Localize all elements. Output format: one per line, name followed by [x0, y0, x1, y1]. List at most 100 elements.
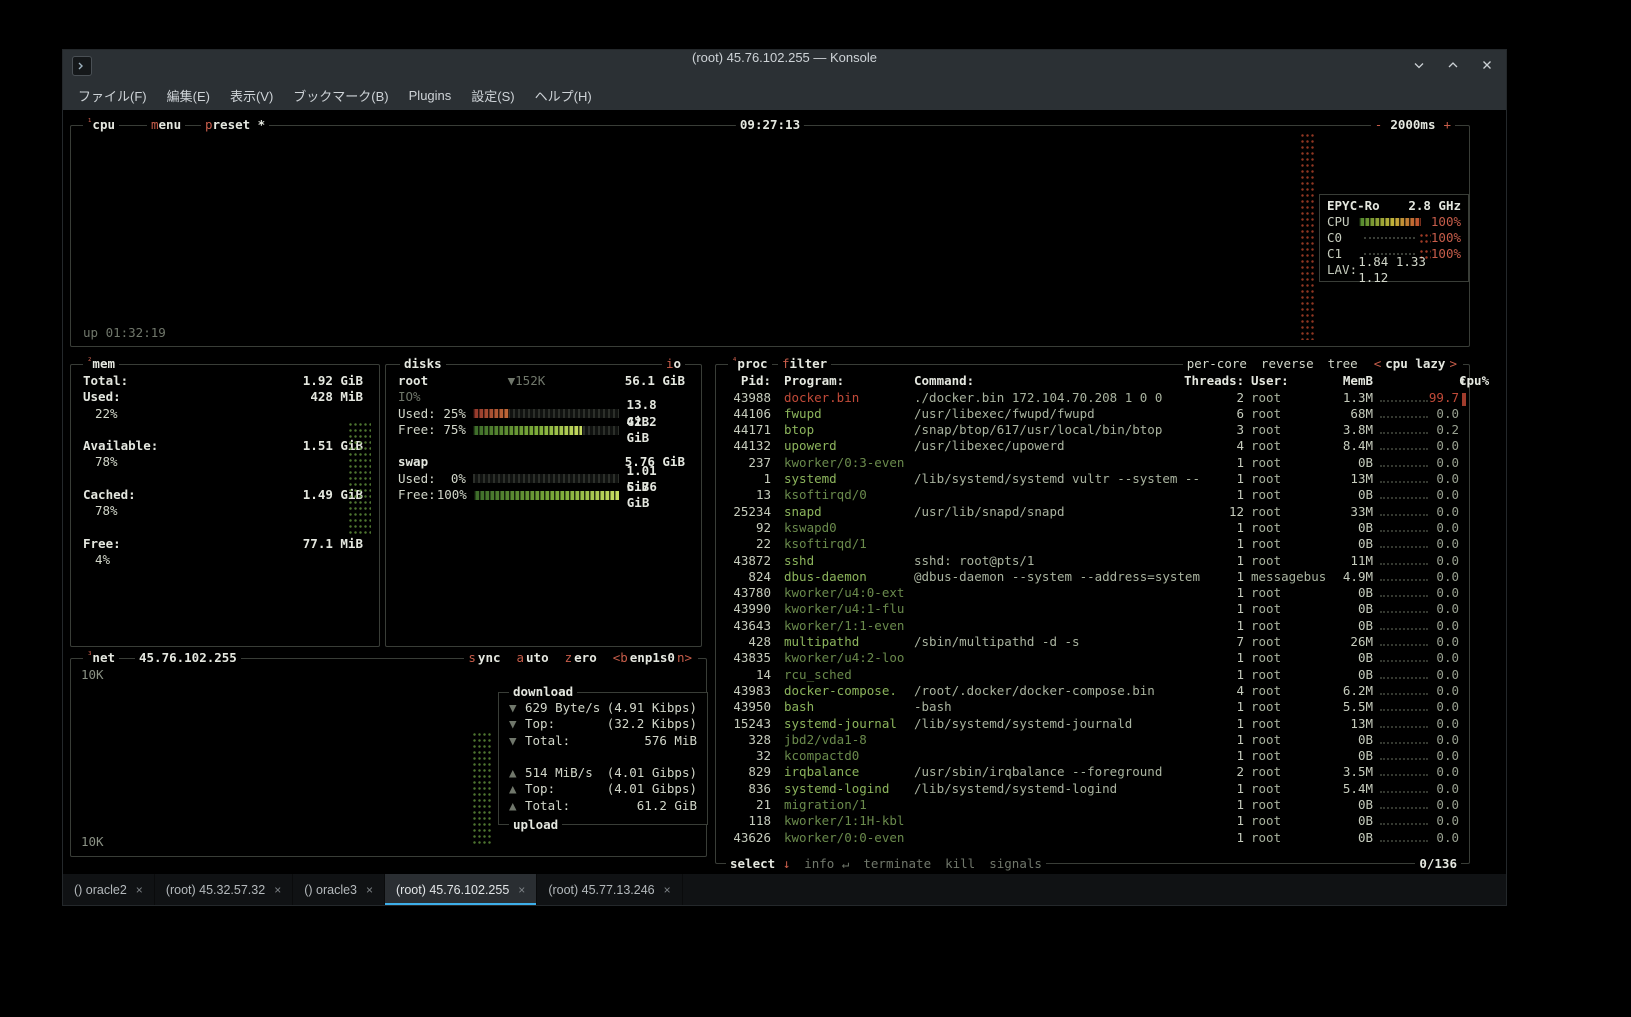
- preset-button[interactable]: preset *: [201, 117, 269, 133]
- process-row[interactable]: 43983docker-compose./root/.docker/docker…: [716, 683, 1469, 699]
- cpu-box-title[interactable]: ¹cpu: [83, 117, 119, 133]
- process-row[interactable]: 32kcompactd01root0B0.0: [716, 748, 1469, 764]
- process-table: 43988docker.bin./docker.bin 172.104.70.2…: [716, 390, 1469, 846]
- process-threads: 7: [1184, 634, 1244, 650]
- tab-close-icon[interactable]: ×: [136, 883, 143, 897]
- mem-stat-percent-row: 4%: [71, 552, 379, 568]
- memory-graph-dots: [349, 423, 371, 535]
- process-command: @dbus-daemon --system --address=system: [914, 569, 1206, 585]
- proc-footer-action-2[interactable]: kill: [945, 856, 975, 872]
- process-row[interactable]: 428multipathd/sbin/multipathd -d -s7root…: [716, 634, 1469, 650]
- process-row[interactable]: 43626kworker/0:0-even1root0B0.0: [716, 830, 1469, 846]
- tab-0[interactable]: () oracle2×: [63, 874, 155, 905]
- process-row[interactable]: 21migration/11root0B0.0: [716, 797, 1469, 813]
- refresh-increase-button[interactable]: +: [1443, 117, 1451, 133]
- proc-toggle-tree[interactable]: tree: [1328, 356, 1358, 372]
- mem-stat-percent-row: 78%: [71, 503, 379, 519]
- proc-footer-action-0[interactable]: info ↵: [804, 856, 849, 872]
- spacer: [499, 749, 707, 765]
- maximize-icon[interactable]: [1446, 58, 1460, 72]
- proc-toggle-reverse[interactable]: reverse: [1261, 356, 1314, 372]
- tab-1[interactable]: (root) 45.32.57.32×: [155, 874, 293, 905]
- header-program[interactable]: Program:: [784, 373, 844, 389]
- konsole-window: (root) 45.76.102.255 — Konsole ファイル(F)編集…: [63, 50, 1506, 905]
- menu-item-1[interactable]: 編集(E): [158, 82, 219, 109]
- menu-item-5[interactable]: 設定(S): [462, 82, 523, 109]
- close-icon[interactable]: [1480, 58, 1494, 72]
- tab-close-icon[interactable]: ×: [664, 883, 671, 897]
- network-box-title[interactable]: ³net: [83, 650, 119, 666]
- filter-button[interactable]: filter: [778, 356, 831, 372]
- process-name: fwupd: [784, 406, 822, 422]
- process-row[interactable]: 43643kworker/1:1-even1root0B0.0: [716, 618, 1469, 634]
- process-row[interactable]: 1systemd/lib/systemd/systemd vultr --sys…: [716, 471, 1469, 487]
- net-toggle-2[interactable]: zero: [565, 650, 599, 666]
- process-user: root: [1251, 830, 1281, 846]
- menu-item-6[interactable]: ヘルプ(H): [526, 82, 601, 109]
- process-user: root: [1251, 764, 1281, 780]
- process-row[interactable]: 43988docker.bin./docker.bin 172.104.70.2…: [716, 390, 1469, 406]
- process-row[interactable]: 43990kworker/u4:1-flu1root0B0.0: [716, 601, 1469, 617]
- process-user: root: [1251, 504, 1281, 520]
- tab-close-icon[interactable]: ×: [274, 883, 281, 897]
- titlebar[interactable]: (root) 45.76.102.255 — Konsole: [63, 50, 1506, 80]
- process-row[interactable]: 15243systemd-journal/lib/systemd/systemd…: [716, 716, 1469, 732]
- header-threads[interactable]: Threads:: [1184, 373, 1244, 389]
- select-action[interactable]: select ↓: [730, 856, 790, 872]
- header-command[interactable]: Command:: [914, 373, 1206, 389]
- process-row[interactable]: 824dbus-daemon@dbus-daemon --system --ad…: [716, 569, 1469, 585]
- process-row[interactable]: 237kworker/0:3-even1root0B0.0: [716, 455, 1469, 471]
- core0-leader: [1364, 237, 1415, 239]
- tab-close-icon[interactable]: ×: [518, 883, 525, 897]
- net-toggle-1[interactable]: auto: [517, 650, 551, 666]
- process-row[interactable]: 25234snapd/usr/lib/snapd/snapd12root33M0…: [716, 504, 1469, 520]
- proc-footer-action-1[interactable]: terminate: [863, 856, 931, 872]
- process-row[interactable]: 836systemd-logind/lib/systemd/systemd-lo…: [716, 781, 1469, 797]
- net-download-arrow-icon: ▼: [509, 733, 525, 749]
- refresh-decrease-button[interactable]: -: [1375, 117, 1383, 133]
- proc-footer-action-3[interactable]: signals: [989, 856, 1042, 872]
- tab-4[interactable]: (root) 45.77.13.246×: [537, 874, 682, 905]
- menu-button[interactable]: menu: [147, 117, 185, 133]
- mem-stat-percent-row: 78%: [71, 454, 379, 470]
- sort-selector[interactable]: <cpu lazy>: [1372, 356, 1459, 372]
- spacer: [71, 520, 379, 536]
- network-interface-selector[interactable]: <benp1s0n>: [613, 650, 694, 666]
- process-command: /snap/btop/617/usr/local/bin/btop: [914, 422, 1206, 438]
- header-memory[interactable]: MemB: [1315, 373, 1373, 389]
- menu-item-0[interactable]: ファイル(F): [69, 82, 156, 109]
- terminal-area[interactable]: ¹cpu menu preset * 09:27:13 - 2000ms + E…: [63, 110, 1506, 874]
- process-pid: 22: [726, 536, 771, 552]
- process-scrollbar[interactable]: [1462, 393, 1466, 406]
- tab-2[interactable]: () oracle3×: [293, 874, 385, 905]
- menu-item-4[interactable]: Plugins: [400, 84, 461, 107]
- process-row[interactable]: 44106fwupd/usr/libexec/fwupd/fwupd6root6…: [716, 406, 1469, 422]
- header-user[interactable]: User:: [1251, 373, 1289, 389]
- process-row[interactable]: 43780kworker/u4:0-ext1root0B0.0: [716, 585, 1469, 601]
- process-row[interactable]: 13ksoftirqd/01root0B0.0: [716, 487, 1469, 503]
- menu-item-2[interactable]: 表示(V): [221, 82, 282, 109]
- process-box-title[interactable]: ⁴proc: [728, 356, 772, 372]
- tab-3[interactable]: (root) 45.76.102.255×: [385, 874, 537, 905]
- header-pid[interactable]: Pid:: [726, 373, 771, 389]
- process-row[interactable]: 829irqbalance/usr/sbin/irqbalance --fore…: [716, 764, 1469, 780]
- net-toggle-0[interactable]: sync: [468, 650, 502, 666]
- menu-item-3[interactable]: ブックマーク(B): [284, 82, 397, 109]
- tab-close-icon[interactable]: ×: [366, 883, 373, 897]
- process-name: snapd: [784, 504, 822, 520]
- network-toggles: sync auto zero: [468, 650, 598, 666]
- process-row[interactable]: 22ksoftirqd/11root0B0.0: [716, 536, 1469, 552]
- process-cpu: 0.0: [1404, 683, 1459, 699]
- process-row[interactable]: 43872sshdsshd: root@pts/11root11M0.0: [716, 553, 1469, 569]
- process-row[interactable]: 14rcu_sched1root0B0.0: [716, 667, 1469, 683]
- process-row[interactable]: 92kswapd01root0B0.0: [716, 520, 1469, 536]
- process-row[interactable]: 118kworker/1:1H-kbl1root0B0.0: [716, 813, 1469, 829]
- process-row[interactable]: 43950bash-bash1root5.5M0.0: [716, 699, 1469, 715]
- process-row[interactable]: 328jbd2/vda1-81root0B0.0: [716, 732, 1469, 748]
- process-row[interactable]: 44171btop/snap/btop/617/usr/local/bin/bt…: [716, 422, 1469, 438]
- proc-toggle-per-core[interactable]: per-core: [1187, 356, 1247, 372]
- minimize-icon[interactable]: [1412, 58, 1426, 72]
- process-row[interactable]: 44132upowerd/usr/libexec/upowerd4root8.4…: [716, 438, 1469, 454]
- process-memory: 33M: [1315, 504, 1373, 520]
- process-row[interactable]: 43835kworker/u4:2-loo1root0B0.0: [716, 650, 1469, 666]
